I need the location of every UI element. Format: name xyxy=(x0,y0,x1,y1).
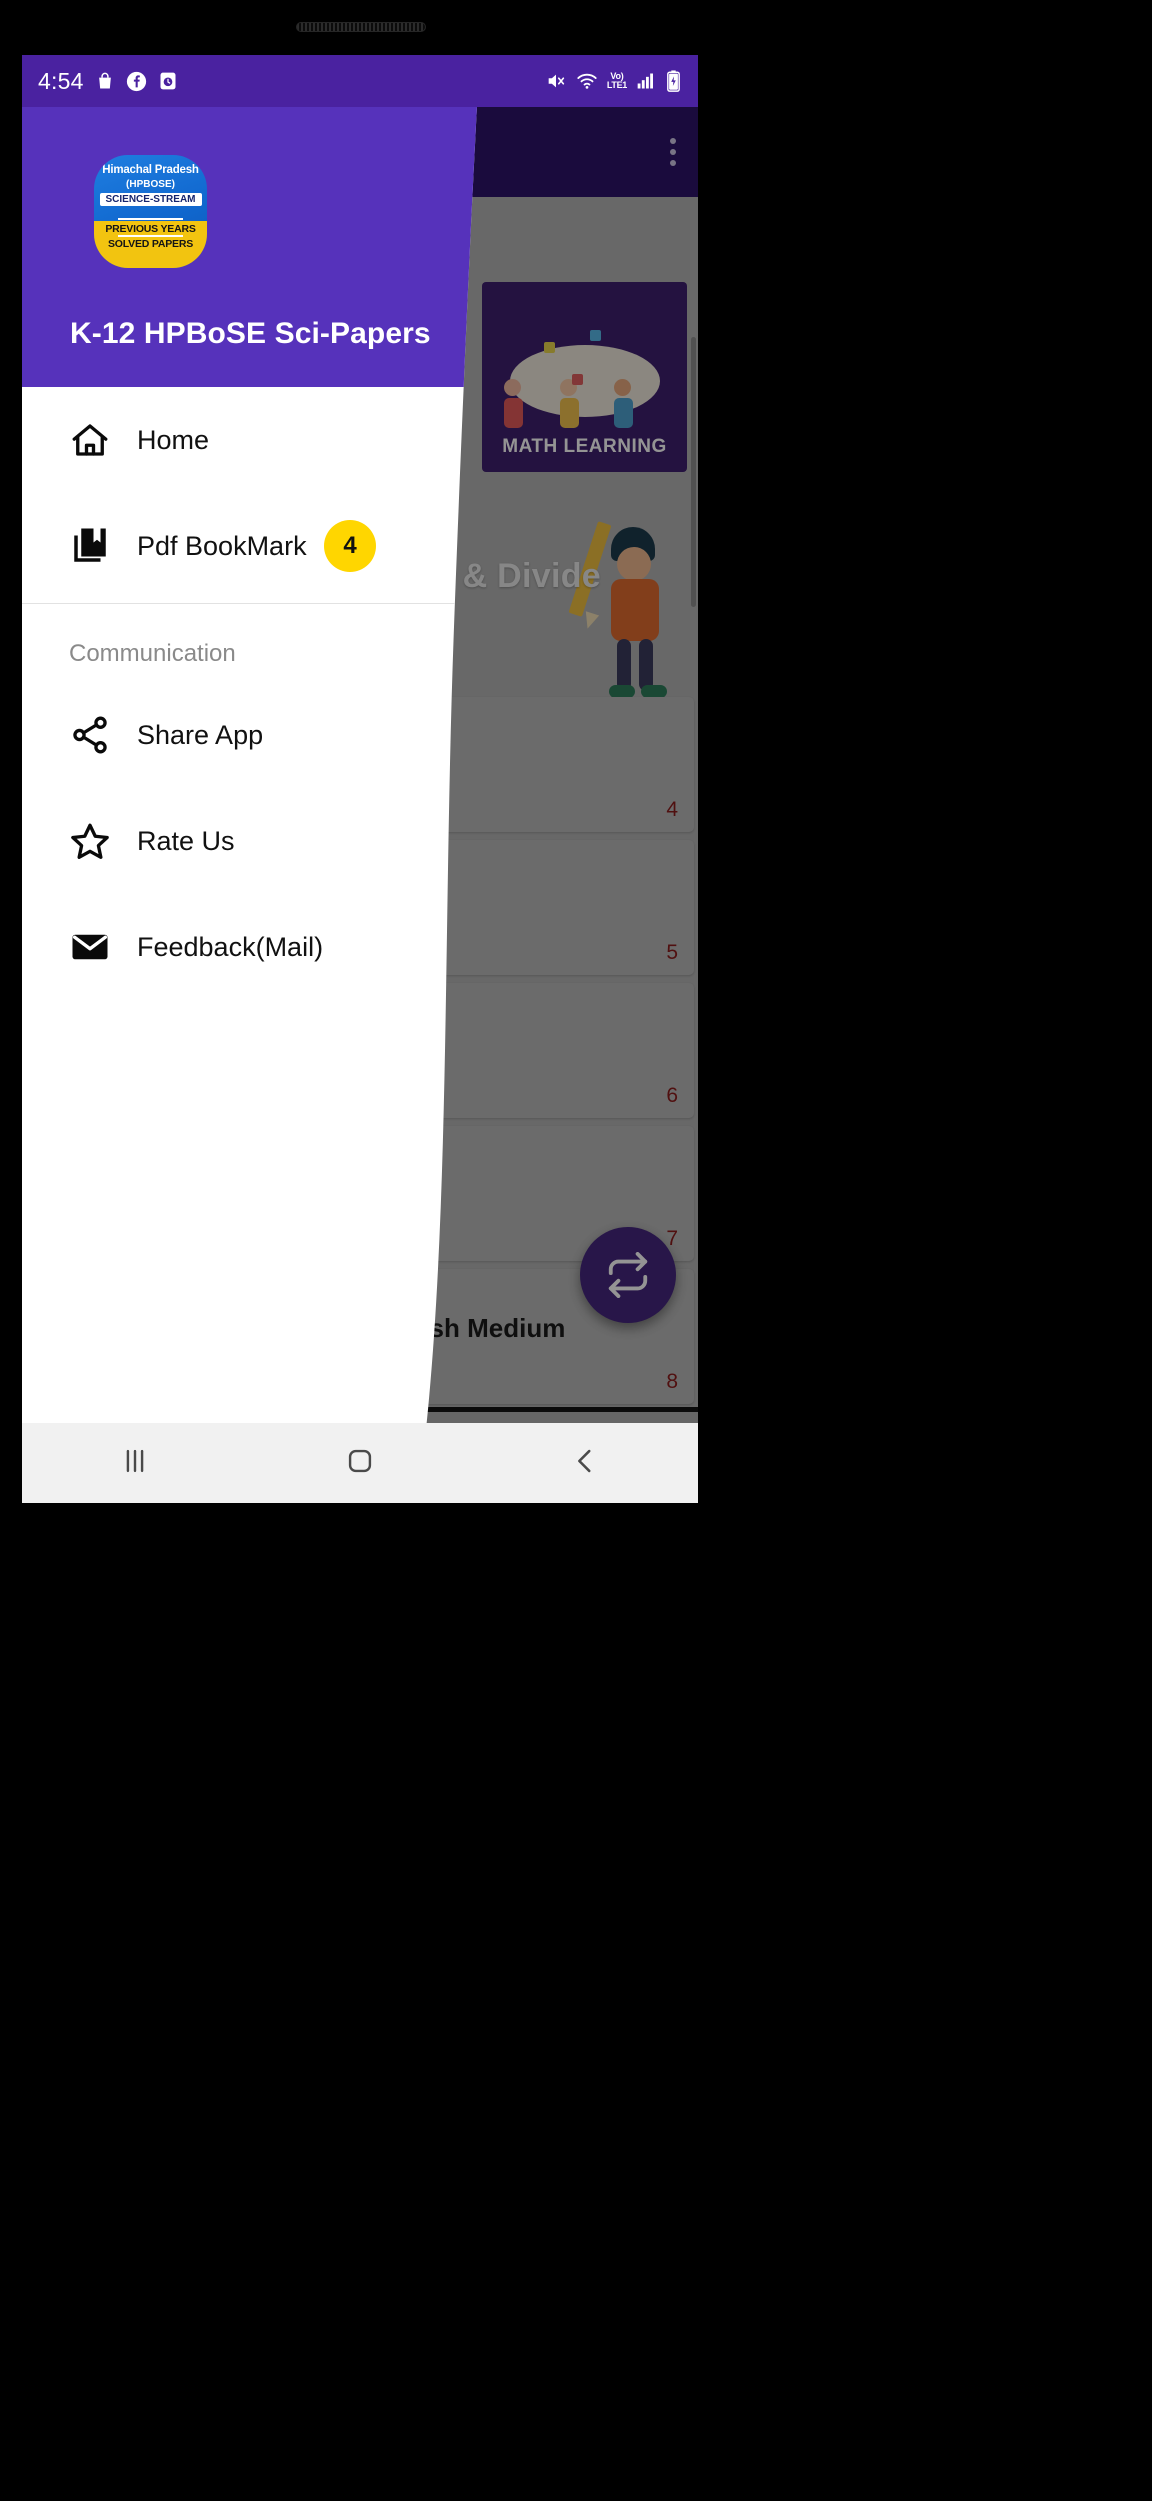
status-bar: 4:54 Vo) LTE1 xyxy=(22,55,698,107)
logo-stream-chip: SCIENCE-STREAM xyxy=(99,193,201,206)
sidebar-item-feedback-mail[interactable]: Feedback(Mail) xyxy=(22,894,477,1000)
banner-block-3 xyxy=(572,374,583,385)
clock-app-icon xyxy=(158,71,178,91)
logo-line-4: SOLVED PAPERS xyxy=(107,238,194,250)
battery-charging-icon xyxy=(665,70,682,92)
drawer-section-title: Communication xyxy=(69,640,236,667)
logo-rule-top xyxy=(118,218,183,220)
bookmark-book-icon xyxy=(69,525,115,567)
mute-icon xyxy=(545,70,567,92)
facebook-icon xyxy=(126,71,147,92)
drawer-menu: Home Pdf BookMark 4 Communication Share … xyxy=(22,387,477,1000)
status-clock: 4:54 xyxy=(38,67,84,94)
banner-block-2 xyxy=(590,330,601,341)
pencil-kid-illustration xyxy=(567,521,687,707)
logo-line-2: (HPBOSE) xyxy=(126,179,175,190)
phone-frame: MATH LEARNING Multiply & Divide 4 5 6 7 … xyxy=(0,0,1152,2501)
sidebar-item-label: Home xyxy=(137,424,210,455)
drawer-header: Himachal Pradesh (HPBOSE) SCIENCE-STREAM… xyxy=(22,107,477,387)
row-number: 6 xyxy=(666,1084,678,1107)
shopping-bag-icon xyxy=(95,71,115,91)
sidebar-item-home[interactable]: Home xyxy=(22,387,477,493)
row-number: 5 xyxy=(666,941,678,964)
shuffle-fab-button[interactable] xyxy=(580,1227,676,1323)
system-navigation-bar xyxy=(22,1423,698,1503)
shuffle-repeat-icon xyxy=(608,1252,648,1298)
row-number: 4 xyxy=(666,798,678,821)
banner-block-1 xyxy=(544,342,555,353)
speaker-grille xyxy=(296,22,426,32)
app-logo: Himachal Pradesh (HPBOSE) SCIENCE-STREAM… xyxy=(94,155,207,268)
banner-plate xyxy=(509,344,660,417)
math-learning-banner[interactable]: MATH LEARNING xyxy=(482,282,687,472)
sidebar-item-rate-us[interactable]: Rate Us xyxy=(22,788,477,894)
star-icon xyxy=(69,820,115,862)
banner-kid-3 xyxy=(614,379,633,428)
status-badge: 4 xyxy=(324,520,376,572)
banner-kid-2 xyxy=(560,379,579,428)
sidebar-item-label: Share App xyxy=(137,719,264,750)
vertical-scrollbar[interactable] xyxy=(691,337,696,607)
volte-bottom-label: LTE1 xyxy=(606,80,627,90)
sidebar-item-label: Feedback(Mail) xyxy=(137,931,324,962)
share-icon xyxy=(69,714,115,756)
row-number: 8 xyxy=(666,1370,678,1393)
overflow-menu-icon[interactable] xyxy=(670,138,676,166)
back-chevron-icon[interactable] xyxy=(568,1444,602,1483)
phone-screen: MATH LEARNING Multiply & Divide 4 5 6 7 … xyxy=(22,55,698,1503)
sidebar-item-label: Rate Us xyxy=(137,825,235,856)
status-bar-right: Vo) LTE1 xyxy=(545,70,682,92)
signal-icon xyxy=(636,71,656,91)
row-number: 7 xyxy=(666,1227,678,1250)
wifi-icon xyxy=(576,70,598,92)
status-bar-left: 4:54 xyxy=(38,67,178,94)
home-icon xyxy=(69,419,115,461)
sidebar-item-label: Pdf BookMark xyxy=(137,530,307,561)
recents-icon[interactable] xyxy=(118,1444,152,1483)
sidebar-item-pdf-bookmark[interactable]: Pdf BookMark 4 xyxy=(22,493,477,599)
logo-line-1: Himachal Pradesh xyxy=(102,164,199,176)
logo-rule-mid xyxy=(118,235,183,237)
drawer-app-title: K-12 HPBoSE Sci-Papers xyxy=(70,317,431,350)
home-circle-icon[interactable] xyxy=(343,1444,377,1483)
volte-icon: Vo) LTE1 xyxy=(607,72,627,90)
sidebar-item-share-app[interactable]: Share App xyxy=(22,682,477,788)
banner-label: MATH LEARNING xyxy=(502,436,667,457)
mail-icon xyxy=(69,926,115,968)
logo-line-3: PREVIOUS YEARS xyxy=(105,223,196,235)
banner-kid-1 xyxy=(504,379,523,428)
